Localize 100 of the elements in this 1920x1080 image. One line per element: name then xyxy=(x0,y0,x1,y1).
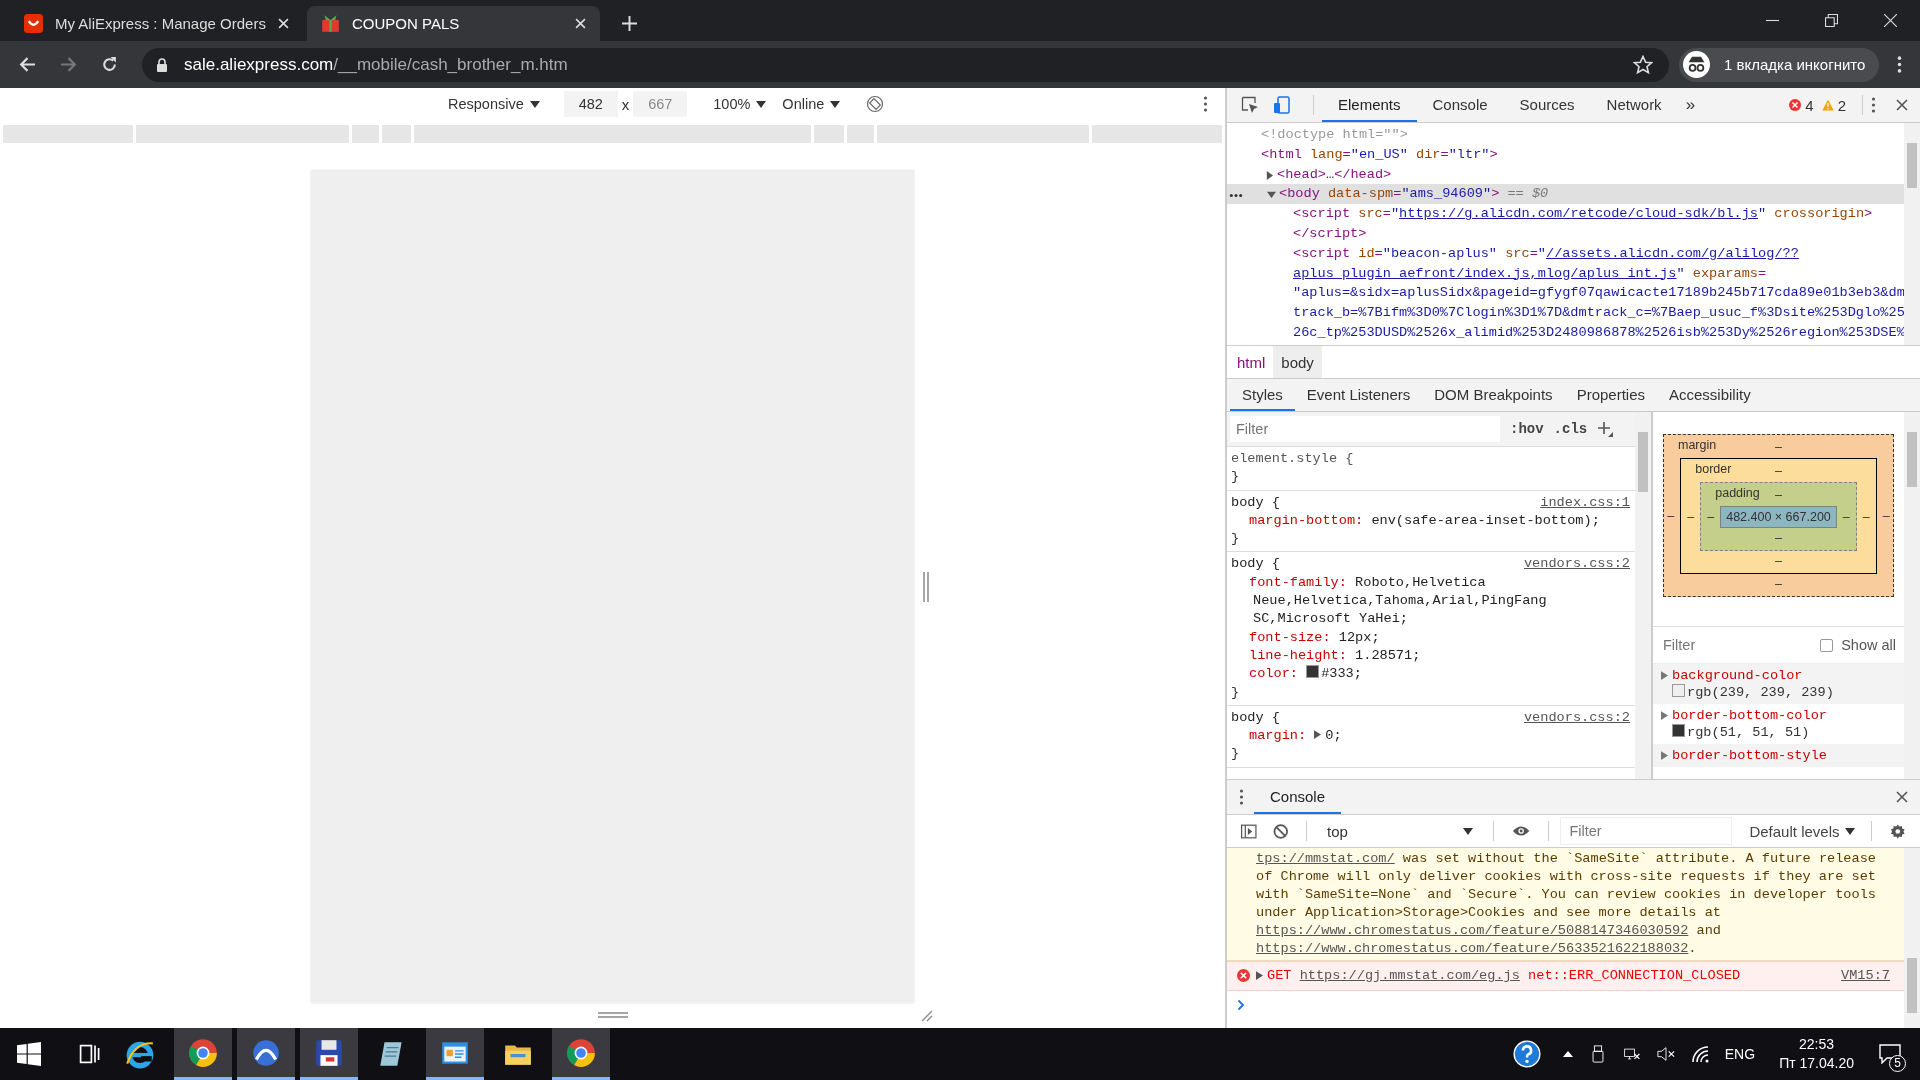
message-link[interactable]: https://www.chromestatus.com/feature/5633521622188032 xyxy=(1256,941,1689,956)
sidebar-toggle-icon[interactable] xyxy=(1241,822,1257,840)
dom-node[interactable]: <script src="https://g.alicdn.com/retcode/cloud-sdk/bl.js" crossorigin> </script> xyxy=(1227,204,1904,244)
more-icon[interactable] xyxy=(1871,97,1876,113)
windows-logo-icon[interactable] xyxy=(17,1042,41,1066)
code-link[interactable]: aplus_plugin_aefront/index.js,mlog/aplus_int.js xyxy=(1293,265,1677,281)
computed-property[interactable]: background-color rgb(239, 239, 239) xyxy=(1653,664,1904,704)
css-declaration[interactable]: margin-bottom: env(safe-area-inset-bottom); xyxy=(1231,511,1635,531)
new-tab-icon[interactable] xyxy=(622,16,637,31)
clock-date[interactable]: Пт 17.04.20 xyxy=(1779,1054,1854,1073)
address-bar[interactable]: sale.aliexpress.com/__mobile/cash_brother_m.htm xyxy=(142,47,1669,82)
expand-arrow-icon[interactable] xyxy=(1256,971,1263,980)
css-declaration[interactable]: font-size: 12px; xyxy=(1231,628,1635,647)
computed-property[interactable]: border-bottom-style xyxy=(1653,744,1904,767)
message-link[interactable]: tps://mmstat.com/ xyxy=(1256,851,1395,866)
code-link[interactable]: //assets.alicdn.com/g/alilog/?? xyxy=(1545,245,1799,261)
help-icon[interactable] xyxy=(1512,1040,1541,1068)
more-icon[interactable] xyxy=(1239,789,1244,805)
clock-time[interactable]: 22:53 xyxy=(1799,1035,1835,1054)
css-declaration[interactable]: font-family: Roboto,Helvetica Neue,Helvetica,Tahoma,Arial,PingFang SC,Microsoft YaHei; xyxy=(1231,573,1635,629)
css-declaration[interactable]: line-height: 1.28571; xyxy=(1231,646,1635,666)
restore-icon[interactable] xyxy=(1825,14,1838,27)
taskbar-app[interactable] xyxy=(237,1028,295,1080)
settings-icon[interactable] xyxy=(1890,822,1906,840)
speaker-muted-icon[interactable] xyxy=(1656,1045,1675,1063)
device-toggle-icon[interactable] xyxy=(1273,96,1291,114)
class-toggle[interactable]: .cls xyxy=(1553,421,1588,437)
eye-icon[interactable] xyxy=(1512,825,1531,837)
color-swatch[interactable] xyxy=(1306,665,1320,679)
inspect-icon[interactable] xyxy=(1241,96,1259,114)
taskbar-app[interactable] xyxy=(552,1028,610,1080)
throttling-dropdown[interactable]: Online xyxy=(774,96,849,112)
sidebar-tab[interactable]: Event Listeners xyxy=(1294,379,1423,411)
code-link[interactable]: https://g.alicdn.com/retcode/cloud-sdk/bl.js xyxy=(1399,206,1759,222)
chevron-up-icon[interactable] xyxy=(1562,1051,1573,1057)
breadcrumb[interactable]: body xyxy=(1273,346,1322,378)
corner-resize-icon[interactable] xyxy=(919,1008,933,1022)
source-link[interactable]: VM15:7 xyxy=(1841,967,1890,985)
more-tabs-button[interactable]: » xyxy=(1677,95,1704,115)
close-icon[interactable] xyxy=(1896,99,1908,111)
checkbox[interactable] xyxy=(1820,638,1834,652)
scrollbar[interactable] xyxy=(1904,412,1920,779)
browser-tab[interactable]: My AliExpress : Manage Orders xyxy=(10,6,303,41)
taskbar-app[interactable] xyxy=(300,1028,358,1080)
panel-tab[interactable]: Sources xyxy=(1503,88,1591,122)
context-dropdown[interactable]: top xyxy=(1319,822,1482,840)
wifi-icon[interactable] xyxy=(1690,1045,1709,1063)
scrollbar[interactable] xyxy=(1635,412,1651,779)
sidebar-tab[interactable]: Properties xyxy=(1564,379,1657,411)
network-disconnected-icon[interactable] xyxy=(1622,1045,1641,1063)
hover-toggle[interactable]: :hov xyxy=(1510,421,1544,437)
forward-icon[interactable] xyxy=(60,56,77,73)
taskbar-app[interactable] xyxy=(426,1028,484,1080)
zoom-dropdown[interactable]: 100% xyxy=(705,96,775,112)
css-declaration[interactable]: margin: 0; xyxy=(1231,727,1635,746)
star-icon[interactable] xyxy=(1633,54,1653,75)
sidebar-tab[interactable]: DOM Breakpoints xyxy=(1422,379,1565,411)
reload-icon[interactable] xyxy=(101,56,118,73)
back-icon[interactable] xyxy=(19,56,36,73)
source-link[interactable]: vendors.css:2 xyxy=(1523,708,1630,728)
message-link[interactable]: https://www.chromestatus.com/feature/5088147346030592 xyxy=(1256,923,1689,938)
width-field[interactable]: 482 xyxy=(563,91,618,117)
computed-property[interactable]: border-bottom-color rgb(51, 51, 51) xyxy=(1653,704,1904,744)
scrollbar[interactable] xyxy=(1904,848,1920,1028)
expand-arrow-icon[interactable] xyxy=(1661,671,1668,680)
menu-icon[interactable] xyxy=(1897,56,1903,73)
more-icon[interactable] xyxy=(1203,96,1208,112)
task-view-icon[interactable] xyxy=(77,1042,101,1066)
panel-tab[interactable]: Console xyxy=(1416,88,1504,122)
source-link[interactable]: index.css:1 xyxy=(1540,493,1630,512)
clear-icon[interactable] xyxy=(1272,822,1289,840)
prompt-chevron-icon[interactable] xyxy=(1237,999,1245,1011)
expand-arrow-icon[interactable] xyxy=(1264,170,1274,180)
drawer-tab[interactable]: Console xyxy=(1254,780,1342,814)
breadcrumb[interactable]: html xyxy=(1229,346,1274,378)
message-link[interactable]: https://gj.mmstat.com/eg.js xyxy=(1299,968,1520,983)
rotate-icon[interactable] xyxy=(866,95,885,113)
dom-node[interactable]: <head>…</head> xyxy=(1227,164,1904,185)
expand-arrow-icon[interactable] xyxy=(1314,730,1322,740)
scrollbar[interactable] xyxy=(1904,123,1920,345)
expand-arrow-icon[interactable] xyxy=(1266,190,1276,200)
source-link[interactable]: vendors.css:2 xyxy=(1523,555,1630,574)
dom-node[interactable]: <html lang="en_US" dir="ltr"> xyxy=(1227,144,1904,165)
language-indicator[interactable]: ENG xyxy=(1724,1046,1756,1062)
filter-field[interactable]: Filter xyxy=(1230,416,1500,442)
new-rule-icon[interactable] xyxy=(1597,421,1614,437)
expand-arrow-icon[interactable] xyxy=(1661,751,1668,760)
expand-arrow-icon[interactable] xyxy=(1661,711,1668,720)
taskbar-app[interactable] xyxy=(174,1028,232,1080)
browser-tab[interactable]: COUPON PALS xyxy=(307,6,600,41)
incognito-badge[interactable]: 1 вкладка инкогнито xyxy=(1679,47,1880,82)
resize-handle[interactable] xyxy=(596,1011,629,1019)
filter-field[interactable]: Filter xyxy=(1561,818,1732,844)
css-declaration[interactable]: color: #333; xyxy=(1231,665,1635,684)
sidebar-tab[interactable]: Accessibility xyxy=(1657,379,1763,411)
panel-tab[interactable]: Elements xyxy=(1322,88,1417,122)
more-icon[interactable] xyxy=(1229,193,1243,199)
close-icon[interactable] xyxy=(1896,791,1908,803)
checkbox-label[interactable]: Show all xyxy=(1841,637,1896,653)
device-mode-dropdown[interactable]: Responsive xyxy=(440,96,548,112)
